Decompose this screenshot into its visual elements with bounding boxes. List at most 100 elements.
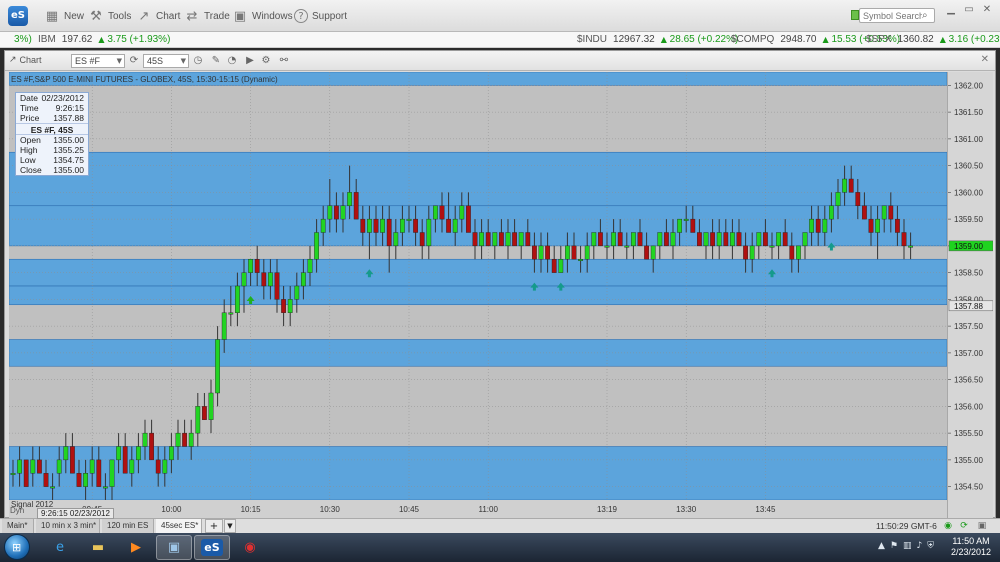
candle[interactable] [301,272,306,287]
symbol-search-input[interactable] [860,9,922,22]
candle[interactable] [17,459,22,474]
candle[interactable] [637,232,643,247]
price-chart[interactable]: 09:4510:0010:1510:3010:4511:0013:1913:30… [9,72,947,518]
candle[interactable] [340,205,346,220]
candle[interactable] [195,406,201,434]
candle[interactable] [406,218,412,221]
candle[interactable] [617,232,623,247]
candle[interactable] [261,272,267,287]
tray-network-icon[interactable]: ▥ [903,541,912,551]
candle[interactable] [895,218,900,233]
candle[interactable] [334,205,339,220]
menu-support[interactable]: ? Support [294,6,347,26]
candle[interactable] [122,446,128,474]
candle[interactable] [802,232,808,247]
candle[interactable] [670,232,676,247]
candle[interactable] [505,232,511,247]
menu-new[interactable]: ▦ New [44,6,84,26]
candle[interactable] [697,232,702,247]
candle[interactable] [314,232,319,260]
candle[interactable] [551,259,557,273]
candle[interactable] [63,446,69,461]
candle[interactable] [703,232,709,247]
candle[interactable] [657,232,663,247]
candle[interactable] [525,232,531,247]
candle[interactable] [254,259,260,273]
candle[interactable] [796,245,801,260]
candle[interactable] [677,218,683,233]
candle[interactable] [578,259,584,261]
search-icon[interactable]: ⌕ [922,10,928,21]
candle[interactable] [815,218,821,233]
candle[interactable] [353,192,359,220]
taskbar-app-media[interactable]: ▶ [118,535,154,560]
candle[interactable] [875,218,881,233]
candle[interactable] [393,232,399,247]
candle[interactable] [459,205,465,220]
candle[interactable] [129,459,135,474]
candle[interactable] [452,218,458,233]
minimize-icon[interactable]: ▁ [944,4,958,16]
candle[interactable] [723,232,729,247]
clock-icon[interactable]: ◷ [191,54,205,68]
candle[interactable] [664,232,669,247]
candle[interactable] [386,218,392,247]
candle[interactable] [538,245,544,260]
candle[interactable] [710,232,716,247]
candle[interactable] [730,232,735,247]
candle[interactable] [479,232,484,247]
candle[interactable] [43,473,49,487]
candle[interactable] [162,459,168,474]
candle[interactable] [631,232,636,247]
tray-arrow-icon[interactable]: ▲ [878,541,885,551]
candle[interactable] [10,473,16,475]
candle[interactable] [37,459,42,474]
pencil-icon[interactable]: ✎ [209,54,223,68]
candle[interactable] [736,232,742,247]
candle[interactable] [413,218,418,233]
ticker-item[interactable]: $INDU 12967.32 ▲ 28.65 (+0.22%) [577,34,738,45]
candle[interactable] [419,232,425,247]
page-tab[interactable]: Main* [2,519,34,533]
candle[interactable] [30,459,36,474]
candle[interactable] [776,232,782,247]
menu-tools[interactable]: ⚒ Tools [88,6,131,26]
candle[interactable] [604,245,610,248]
candle[interactable] [188,432,194,447]
candle[interactable] [248,259,253,273]
taskbar-app-explorer[interactable]: ▬ [80,535,116,560]
candle[interactable] [558,259,564,273]
play-icon[interactable]: ▶ [243,54,257,68]
candle[interactable] [835,192,841,206]
candle[interactable] [327,205,333,220]
candle[interactable] [142,432,148,447]
candle[interactable] [201,406,207,420]
candle[interactable] [901,232,907,247]
symbol-select[interactable]: ES #F ▼ [71,54,125,68]
chart-close-icon[interactable]: ✕ [981,54,989,65]
candle[interactable] [644,245,650,260]
candle[interactable] [373,218,379,233]
maximize-icon[interactable]: ▭ [962,4,976,16]
tray-volume-icon[interactable]: ♪ [917,541,923,551]
candle[interactable] [380,218,385,233]
candle[interactable] [446,218,451,233]
connection-icon[interactable]: ◉ [942,520,954,532]
candle[interactable] [268,272,273,287]
ticker-item[interactable]: 3%) [2,34,32,45]
candle[interactable] [307,259,313,273]
candle[interactable] [294,285,300,300]
candle[interactable] [215,339,220,394]
candle[interactable] [109,459,115,487]
refresh-icon[interactable]: ⟳ [127,54,141,68]
candle[interactable] [228,312,234,315]
link-status-icon[interactable] [851,10,859,20]
candle[interactable] [822,218,828,233]
page-tab[interactable]: 10 min x 3 min* [36,519,100,533]
menu-trade[interactable]: ⇄ Trade [184,6,230,26]
add-tab-button[interactable]: + [205,519,223,533]
candle[interactable] [809,218,815,233]
chart-plot-area[interactable]: ES #F,S&P 500 E-MINI FUTURES - GLOBEX, 4… [9,72,947,518]
candle[interactable] [89,459,95,474]
candle[interactable] [512,232,517,247]
